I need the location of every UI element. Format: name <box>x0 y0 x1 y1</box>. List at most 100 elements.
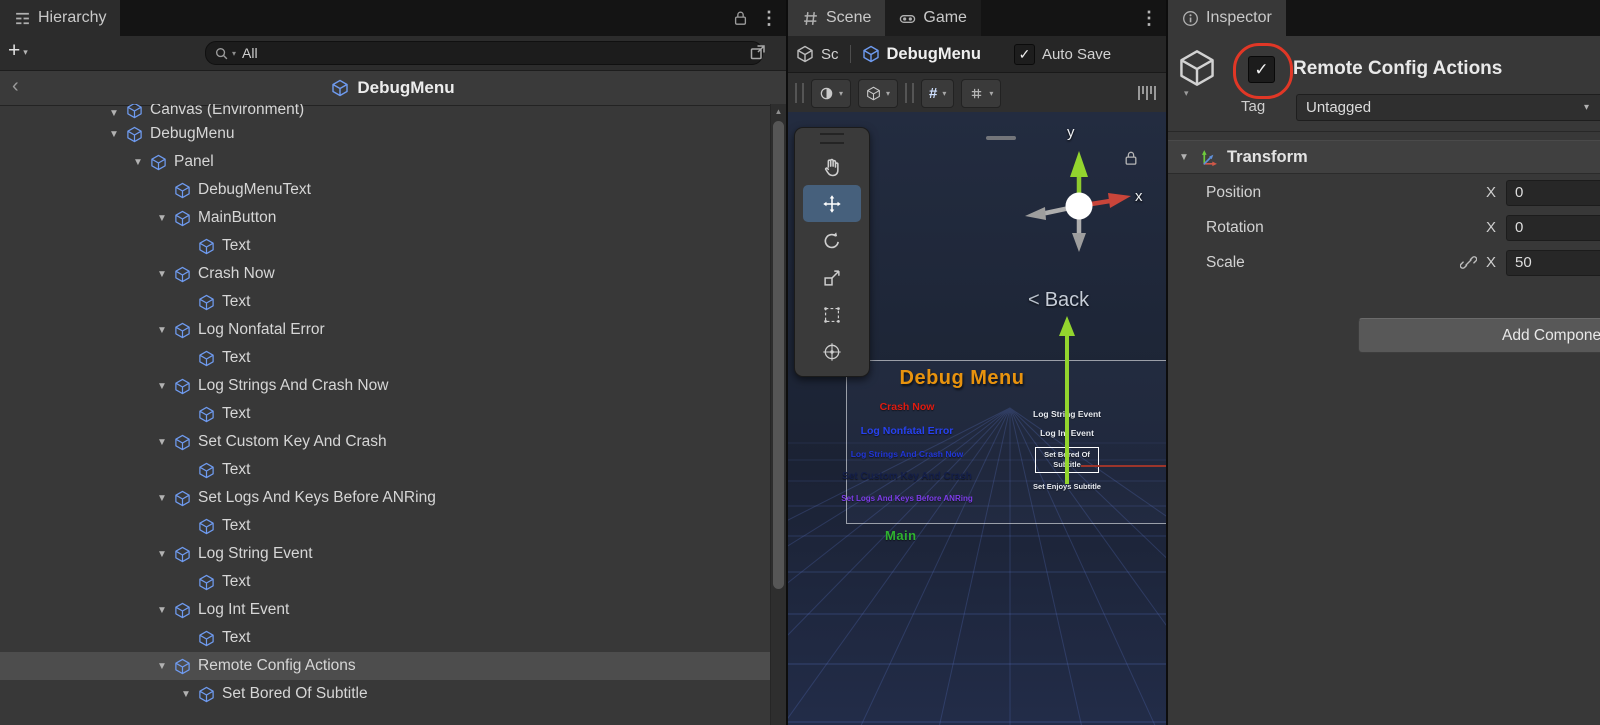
debug-menu-button[interactable]: Log Nonfatal Error <box>861 425 954 437</box>
foldout-icon[interactable]: ▼ <box>154 605 170 616</box>
tree-row[interactable]: Text <box>0 624 771 652</box>
tree-row[interactable]: ▼ Set Custom Key And Crash <box>0 428 771 456</box>
add-component-button[interactable]: Add Component <box>1358 318 1600 353</box>
tree-row-label: Panel <box>174 153 214 171</box>
tree-row[interactable]: Text <box>0 232 771 260</box>
add-gameobject-button[interactable]: + ▾ <box>8 40 28 62</box>
draw-mode-dropdown[interactable]: ▾ <box>811 79 851 108</box>
toolbar-grip-handle[interactable] <box>905 83 914 103</box>
tree-row[interactable]: Text <box>0 344 771 372</box>
scroll-up-icon[interactable]: ▲ <box>771 107 786 116</box>
main-button-label[interactable]: Main <box>885 528 917 543</box>
debug-menu-button[interactable]: Log Strings And Crash Now <box>851 449 964 459</box>
hand-tool-button[interactable] <box>803 148 861 185</box>
ruler-icon[interactable] <box>1137 83 1159 103</box>
lock-icon[interactable] <box>733 10 748 26</box>
hierarchy-search[interactable]: ▾ <box>205 41 763 65</box>
foldout-icon[interactable]: ▼ <box>130 157 146 168</box>
search-filter-caret-icon[interactable]: ▾ <box>232 49 236 58</box>
tree-row[interactable]: Text <box>0 512 771 540</box>
foldout-icon[interactable]: ▼ <box>154 493 170 504</box>
tree-row[interactable]: ▼ Log Nonfatal Error <box>0 316 771 344</box>
foldout-icon[interactable]: ▼ <box>154 381 170 392</box>
scene-cube-icon <box>796 45 814 63</box>
foldout-icon[interactable]: ▼ <box>154 325 170 336</box>
open-search-window-icon[interactable] <box>749 43 767 61</box>
rotate-tool-button[interactable] <box>803 222 861 259</box>
foldout-icon[interactable]: ▼ <box>154 437 170 448</box>
grid-visibility-dropdown[interactable]: # ▾ <box>921 79 954 108</box>
foldout-icon[interactable]: ▼ <box>106 129 122 140</box>
axis-value-field[interactable]: 0 <box>1506 215 1600 241</box>
x-axis-gizmo-line[interactable] <box>1081 465 1166 467</box>
tree-row[interactable]: ▼ Crash Now <box>0 260 771 288</box>
gameobject-cube-icon <box>198 294 215 311</box>
tree-row[interactable]: ▼ Canvas (Environment) <box>0 104 771 120</box>
tag-dropdown[interactable]: Untagged ▾ <box>1296 94 1600 121</box>
foldout-icon[interactable]: ▼ <box>154 661 170 672</box>
tree-row[interactable]: ▼ Log Strings And Crash Now <box>0 372 771 400</box>
tree-row[interactable]: Text <box>0 400 771 428</box>
foldout-icon[interactable]: ▼ <box>106 108 122 119</box>
tree-row[interactable]: Text <box>0 288 771 316</box>
tab-inspector[interactable]: Inspector <box>1168 0 1286 36</box>
tab-scene[interactable]: Scene <box>788 0 885 36</box>
tree-row[interactable]: DebugMenuText <box>0 176 771 204</box>
axis-value-field[interactable]: 50 <box>1506 250 1600 276</box>
unity-editor: Hierarchy ⋮ + ▾ <box>0 0 1600 725</box>
foldout-icon[interactable]: ▼ <box>154 549 170 560</box>
debug-menu-button[interactable]: Set Logs And Keys Before ANRing <box>841 494 972 503</box>
scene-viewport[interactable]: Debug Menu Crash NowLog Nonfatal ErrorLo… <box>788 112 1166 725</box>
transform-tool-button[interactable] <box>803 333 861 370</box>
transform-component-header[interactable]: ▼ Transform <box>1168 140 1600 174</box>
gameobject-cube-icon <box>174 602 191 619</box>
debug-menu-button[interactable]: Crash Now <box>880 401 935 413</box>
ui-canvas[interactable]: Debug Menu Crash NowLog Nonfatal ErrorLo… <box>846 360 1166 524</box>
tab-hierarchy[interactable]: Hierarchy <box>0 0 120 36</box>
move-tool-button[interactable] <box>803 185 861 222</box>
scale-tool-button[interactable] <box>803 259 861 296</box>
gizmo-y-label[interactable]: y <box>1067 124 1075 141</box>
breadcrumb[interactable]: DebugMenu <box>0 71 786 105</box>
tree-row[interactable]: ▼ Log Int Event <box>0 596 771 624</box>
kebab-menu-icon[interactable]: ⋮ <box>760 9 778 27</box>
link-icon[interactable] <box>1460 254 1477 271</box>
hierarchy-breadcrumb: ‹ DebugMenu <box>0 71 786 106</box>
axis-value-field[interactable]: 0 <box>1506 180 1600 206</box>
inspector-tabstrip: Inspector <box>1168 0 1600 36</box>
debug-menu-button[interactable]: Set Custom Key And Crash <box>842 471 972 482</box>
tree-row[interactable]: ▼ Log String Event <box>0 540 771 568</box>
view-options-dropdown[interactable]: ▾ <box>858 79 898 108</box>
auto-save-checkbox[interactable]: ✓ <box>1014 44 1035 65</box>
kebab-menu-icon[interactable]: ⋮ <box>1140 9 1158 27</box>
rect-tool-button[interactable] <box>803 296 861 333</box>
tree-row[interactable]: Text <box>0 456 771 484</box>
y-axis-move-gizmo[interactable] <box>1059 316 1075 486</box>
foldout-icon[interactable]: ▼ <box>178 689 194 700</box>
gameobject-icon[interactable] <box>1177 48 1217 88</box>
foldout-icon[interactable]: ▼ <box>1178 152 1190 163</box>
palette-drag-handle[interactable] <box>820 133 844 144</box>
tab-game[interactable]: Game <box>885 0 981 36</box>
tree-row[interactable]: ▼ Remote Config Actions <box>0 652 771 680</box>
lock-icon[interactable] <box>1124 150 1138 166</box>
tree-row[interactable]: ▼ DebugMenu <box>0 120 771 148</box>
gameobject-name[interactable]: Remote Config Actions <box>1293 58 1502 80</box>
back-button-scene-text[interactable]: < Back <box>1028 289 1089 312</box>
search-input[interactable] <box>242 45 753 61</box>
foldout-icon[interactable]: ▼ <box>154 269 170 280</box>
snap-settings-dropdown[interactable]: ▾ <box>961 79 1001 108</box>
tree-row[interactable]: ▼ MainButton <box>0 204 771 232</box>
breadcrumb-root-label[interactable]: Sc <box>821 46 839 63</box>
tree-row[interactable]: Text <box>0 568 771 596</box>
gameobject-cube-icon <box>198 630 215 647</box>
gizmo-x-label[interactable]: x <box>1135 188 1143 205</box>
hierarchy-scrollbar[interactable]: ▲ <box>770 104 786 725</box>
tree-row[interactable]: ▼ Set Bored Of Subtitle <box>0 680 771 708</box>
foldout-icon[interactable]: ▼ <box>154 213 170 224</box>
scrollbar-thumb[interactable] <box>773 121 784 589</box>
auto-save-toggle[interactable]: ✓ Auto Save <box>1014 44 1111 65</box>
tree-row[interactable]: ▼ Panel <box>0 148 771 176</box>
tree-row[interactable]: ▼ Set Logs And Keys Before ANRing <box>0 484 771 512</box>
toolbar-grip-handle[interactable] <box>795 83 804 103</box>
